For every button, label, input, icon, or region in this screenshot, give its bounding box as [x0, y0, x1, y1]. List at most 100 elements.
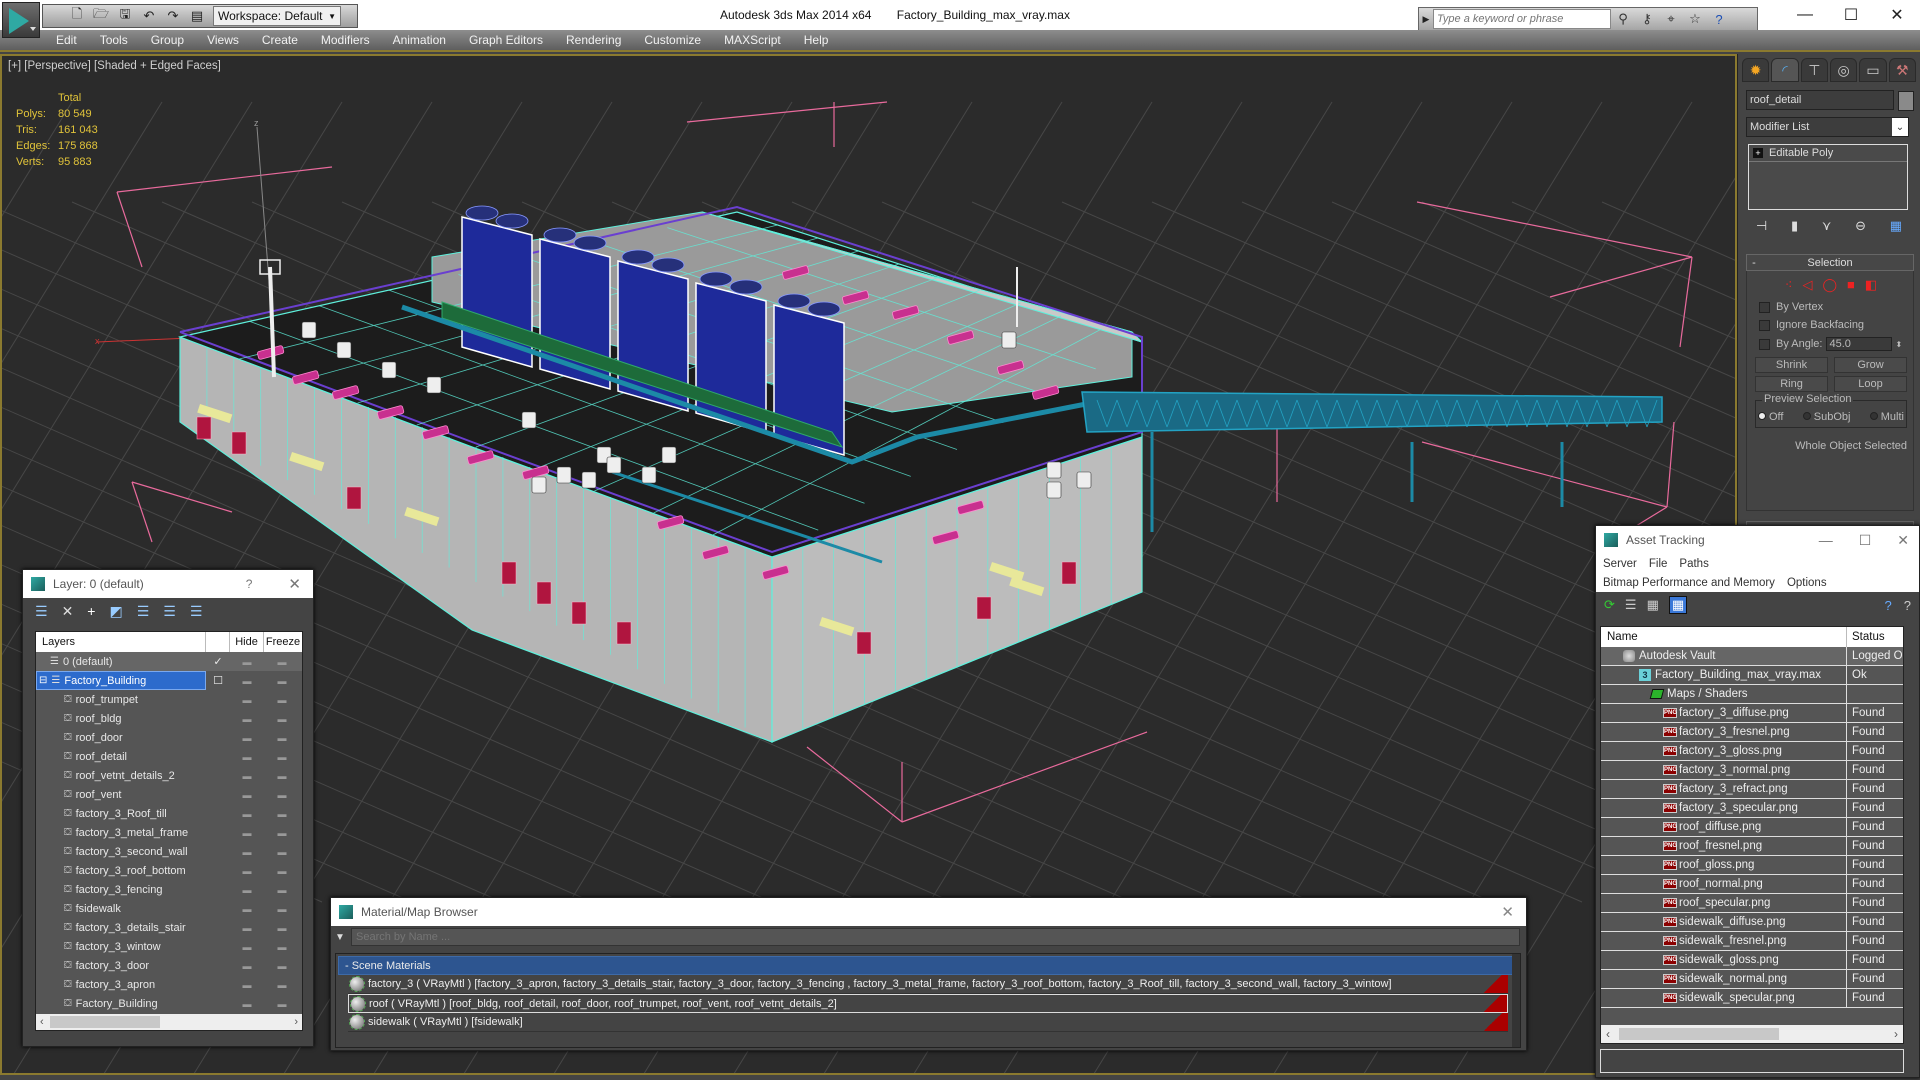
layer-object-row[interactable]: ⛋ roof_bldg ▬ ▬ [36, 709, 302, 728]
hide-toggle[interactable]: ▬ [230, 714, 264, 724]
star-icon[interactable]: ☆ [1683, 11, 1707, 27]
menu-create[interactable]: Create [262, 33, 298, 47]
asset-row[interactable]: PNG factory_3_diffuse.png Found [1601, 704, 1903, 723]
layer-object-row[interactable]: ⛋ factory_3_details_stair ▬ ▬ [36, 918, 302, 937]
hide-toggle[interactable]: ▬ [230, 657, 264, 667]
asset-row[interactable]: PNG roof_diffuse.png Found [1601, 818, 1903, 837]
asset-row[interactable]: PNG sidewalk_diffuse.png Found [1601, 913, 1903, 932]
menu-tools[interactable]: Tools [100, 33, 128, 47]
menu-animation[interactable]: Animation [393, 33, 446, 47]
column-name[interactable]: Name [1601, 627, 1847, 647]
freeze-toggle[interactable]: ▬ [264, 771, 300, 781]
asset-row[interactable]: PNG factory_3_refract.png Found [1601, 780, 1903, 799]
menu-views[interactable]: Views [207, 33, 239, 47]
maximize-button[interactable]: ☐ [1828, 0, 1874, 30]
scroll-left-icon[interactable]: ‹ [1606, 1027, 1610, 1041]
asset-row[interactable]: PNG factory_3_fresnel.png Found [1601, 723, 1903, 742]
show-end-result-icon[interactable]: ▮ [1791, 218, 1798, 234]
layer-object-row[interactable]: ⛋ roof_vetnt_details_2 ▬ ▬ [36, 766, 302, 785]
freeze-toggle[interactable]: ▬ [264, 752, 300, 762]
preview-off-radio[interactable]: Off [1758, 411, 1783, 423]
freeze-layer-icon[interactable]: ☰ [190, 603, 203, 620]
open-folder-icon[interactable]: 🗁 [93, 6, 109, 24]
layer-row[interactable]: ☰ 0 (default) ✓ ▬ ▬ [36, 652, 302, 671]
layer-object-row[interactable]: ⛋ factory_3_wintow ▬ ▬ [36, 937, 302, 956]
help-icon[interactable]: ? [1707, 12, 1731, 27]
hide-toggle[interactable]: ▬ [230, 866, 264, 876]
shrink-button[interactable]: Shrink [1755, 357, 1828, 373]
scrollbar-thumb[interactable] [1619, 1028, 1779, 1040]
hide-toggle[interactable]: ▬ [230, 961, 264, 971]
menu-graph-editors[interactable]: Graph Editors [469, 33, 543, 47]
close-button[interactable]: ✕ [288, 575, 301, 593]
dialog-title-bar[interactable]: Layer: 0 (default) ? ✕ [23, 570, 313, 598]
column-status[interactable]: Status [1847, 627, 1903, 647]
vertical-scrollbar[interactable] [1512, 954, 1520, 1047]
loop-button[interactable]: Loop [1834, 376, 1907, 392]
options-menu-icon[interactable]: ▼ [335, 932, 351, 943]
preview-subobj-radio[interactable]: SubObj [1802, 411, 1850, 423]
delete-icon[interactable]: ✕ [62, 603, 74, 620]
help-icon[interactable]: ? [1904, 598, 1911, 613]
freeze-toggle[interactable]: ▬ [264, 980, 300, 990]
hide-toggle[interactable]: ▬ [230, 790, 264, 800]
freeze-toggle[interactable]: ▬ [264, 942, 300, 952]
freeze-toggle[interactable]: ▬ [264, 828, 300, 838]
save-icon[interactable]: 🖫 [117, 6, 133, 24]
select-objects-icon[interactable]: ◩ [109, 603, 122, 620]
hide-toggle[interactable]: ▬ [230, 885, 264, 895]
keyword-search-input[interactable] [1433, 9, 1611, 29]
new-file-icon[interactable]: 🗋 [69, 6, 85, 24]
preview-multi-radio[interactable]: Multi [1869, 411, 1904, 423]
by-vertex-option[interactable]: By Vertex [1759, 301, 1907, 313]
close-button[interactable]: ✕ [1874, 0, 1920, 30]
asset-row[interactable]: 3 Factory_Building_max_vray.max Ok [1601, 666, 1903, 685]
layer-object-row[interactable]: ⛋ factory_3_metal_frame ▬ ▬ [36, 823, 302, 842]
freeze-toggle[interactable]: ▬ [264, 676, 300, 686]
tree-view-icon[interactable]: ▦ [1647, 597, 1659, 613]
project-folder-icon[interactable]: ▤ [189, 8, 205, 24]
dialog-title-bar[interactable]: Asset Tracking — ☐ ✕ [1596, 526, 1919, 554]
checkbox[interactable] [1759, 319, 1770, 331]
freeze-toggle[interactable]: ▬ [264, 904, 300, 914]
object-name-field[interactable] [1746, 90, 1894, 110]
search-by-name-input[interactable] [351, 928, 1520, 946]
hide-toggle[interactable]: ▬ [230, 847, 264, 857]
layer-object-row[interactable]: ⛋ roof_trumpet ▬ ▬ [36, 690, 302, 709]
layer-object-row[interactable]: ⛋ factory_3_fencing ▬ ▬ [36, 880, 302, 899]
asset-row[interactable]: PNG factory_3_gloss.png Found [1601, 742, 1903, 761]
layer-row[interactable]: ⊟ ☰ Factory_Building ☐ ▬ ▬ [36, 671, 302, 690]
layer-object-row[interactable]: ⛋ roof_door ▬ ▬ [36, 728, 302, 747]
edge-icon[interactable]: ◁ [1802, 277, 1812, 293]
hide-toggle[interactable]: ▬ [230, 942, 264, 952]
hide-toggle[interactable]: ▬ [230, 828, 264, 838]
horizontal-scrollbar[interactable]: ‹ › [36, 1014, 302, 1030]
layer-object-row[interactable]: ⛋ roof_detail ▬ ▬ [36, 747, 302, 766]
spinner-arrows-icon[interactable]: ⬍ [1895, 340, 1902, 349]
material-item[interactable]: factory_3 ( VRayMtl ) [factory_3_apron, … [348, 975, 1508, 994]
menu-server[interactable]: Server [1603, 558, 1637, 570]
asset-row[interactable]: PNG roof_normal.png Found [1601, 875, 1903, 894]
hide-toggle[interactable]: ▬ [230, 733, 264, 743]
table-view-icon[interactable]: ▦ [1668, 596, 1688, 614]
asset-row[interactable]: PNG roof_specular.png Found [1601, 894, 1903, 913]
highlight-layer-icon[interactable]: ☰ [163, 603, 176, 620]
menu-modifiers[interactable]: Modifiers [321, 33, 370, 47]
menu-options[interactable]: Options [1787, 577, 1827, 589]
layer-object-row[interactable]: ⛋ factory_3_door ▬ ▬ [36, 956, 302, 975]
scene-materials-group[interactable]: - Scene Materials [338, 956, 1516, 975]
modifier-list-dropdown[interactable]: Modifier List ⌄ [1746, 117, 1909, 137]
menu-file[interactable]: File [1649, 558, 1668, 570]
create-tab[interactable]: ✹ [1742, 58, 1770, 82]
hide-toggle[interactable]: ▬ [230, 695, 264, 705]
pin-stack-icon[interactable]: ⊣ [1756, 218, 1767, 234]
vault-help-icon[interactable]: ? [1885, 598, 1892, 613]
layer-object-row[interactable]: ⛋ factory_3_roof_bottom ▬ ▬ [36, 861, 302, 880]
menu-group[interactable]: Group [151, 33, 184, 47]
column-current[interactable] [206, 632, 230, 652]
column-layers[interactable]: Layers [36, 632, 206, 652]
menu-customize[interactable]: Customize [644, 33, 701, 47]
minimize-button[interactable]: — [1782, 0, 1828, 30]
asset-row[interactable]: PNG roof_gloss.png Found [1601, 856, 1903, 875]
layer-object-row[interactable]: ⛋ Factory_Building ▬ ▬ [36, 994, 302, 1013]
